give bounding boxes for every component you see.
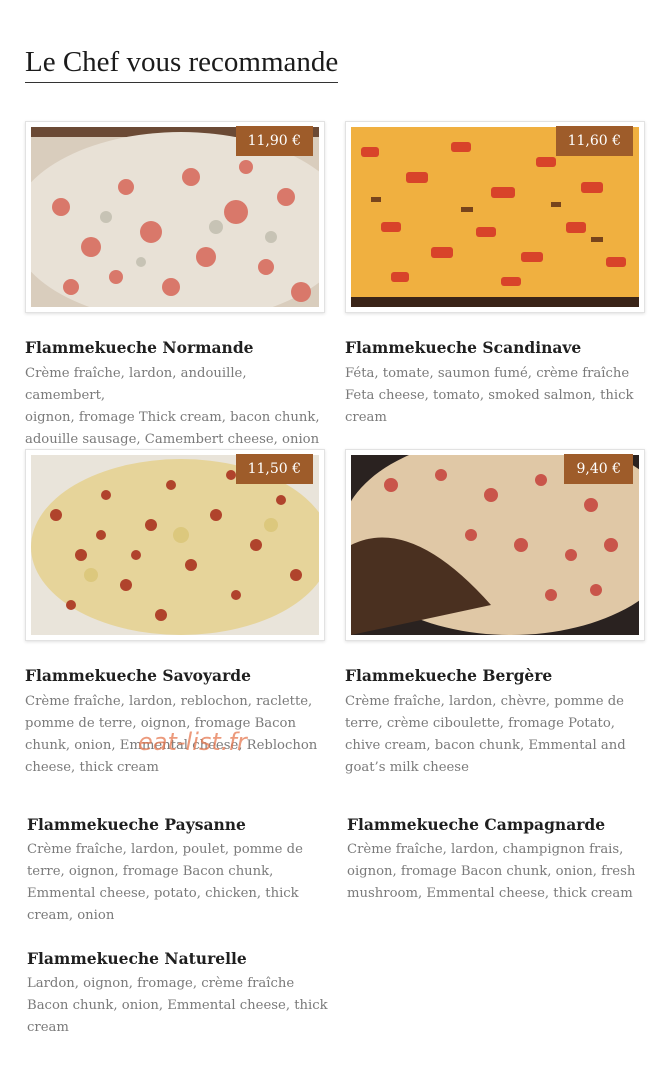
dish-name[interactable]: Flammekueche Savoyarde [25,666,251,685]
dish-description: Lardon, oignon, fromage, crème fraîche B… [27,973,329,1039]
price-badge: 9,40 € [564,454,633,484]
description-fr: Crème fraîche, lardon, chèvre, pomme de [345,694,624,709]
description-en: oignon, fromage Bacon chunk, onion, fres… [347,864,636,901]
description-fr: Féta, tomate, saumon fumé, crème fraîche [345,366,630,381]
description-en: Bacon chunk, onion, Emmental cheese, thi… [27,998,328,1035]
dish-description: Crème fraîche, lardon, andouille, camemb… [25,363,327,451]
description-fr: Crème fraîche, lardon, champignon frais, [347,842,624,857]
dish-name[interactable]: Flammekueche Scandinave [345,338,581,357]
dish-name[interactable]: Flammekueche Bergère [345,666,552,685]
price-badge: 11,60 € [555,126,633,156]
price-badge: 11,50 € [235,454,313,484]
description-en: terre, crème ciboulette, fromage Potato,… [345,716,626,775]
dish-description: Crème fraîche, lardon, chèvre, pomme de … [345,691,647,779]
watermark: eat-list.fr [138,728,247,756]
dish-description: Crème fraîche, lardon, champignon frais,… [347,839,649,905]
dish-name[interactable]: Flammekueche Naturelle [27,949,247,968]
description-fr: Lardon, oignon, fromage, crème fraîche [27,976,295,991]
dish-name[interactable]: Flammekueche Campagnarde [347,815,605,834]
dish-name[interactable]: Flammekueche Normande [25,338,254,357]
price-badge: 11,90 € [235,126,313,156]
description-fr: Crème fraîche, lardon, reblochon, raclet… [25,694,313,709]
description-fr: Crème fraîche, lardon, poulet, pomme de [27,842,303,857]
description-en: terre, oignon, fromage Bacon chunk, Emme… [27,864,299,923]
page-title: Le Chef vous recommande [25,44,339,83]
description-en: Feta cheese, tomato, smoked salmon, thic… [345,388,634,425]
dish-name[interactable]: Flammekueche Paysanne [27,815,246,834]
dish-description: Crème fraîche, lardon, poulet, pomme de … [27,839,329,927]
description-en: oignon, fromage Thick cream, bacon chunk… [25,410,320,447]
description-fr: Crème fraîche, lardon, andouille, camemb… [25,366,247,403]
dish-description: Féta, tomate, saumon fumé, crème fraîche… [345,363,647,429]
